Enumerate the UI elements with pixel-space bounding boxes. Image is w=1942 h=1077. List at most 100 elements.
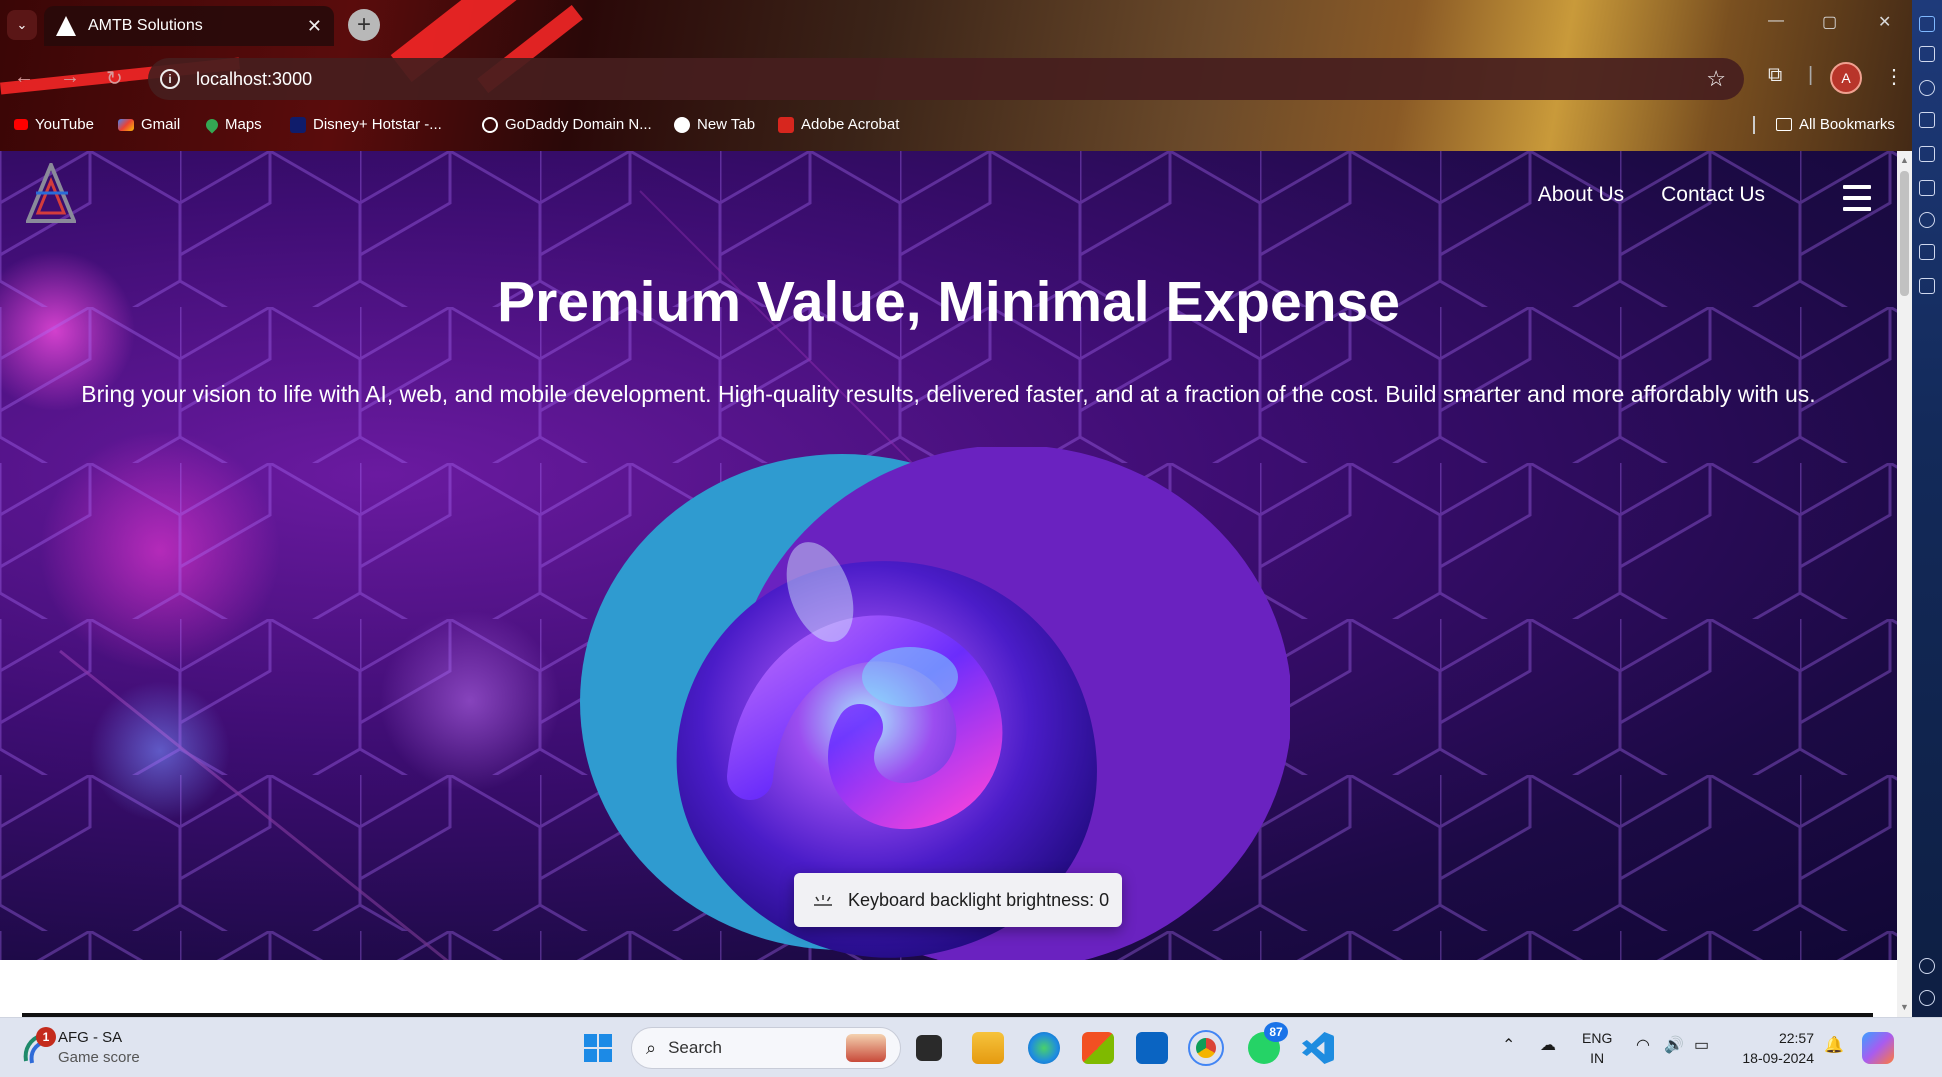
maps-pin-icon [203, 116, 221, 133]
more-menu-icon[interactable]: ⋮ [1884, 64, 1904, 89]
copy-side-icon[interactable] [1919, 46, 1935, 62]
clock[interactable]: 22:57 18-09-2024 [1734, 1028, 1814, 1068]
source-control-side-icon[interactable] [1919, 112, 1935, 128]
bookmark-gmail[interactable]: Gmail [118, 116, 180, 133]
hamburger-menu-icon[interactable] [1843, 185, 1871, 211]
onedrive-cloud-icon[interactable]: ☁ [1540, 1036, 1556, 1056]
package-side-icon[interactable] [1919, 244, 1935, 260]
windows-logo-icon [584, 1034, 612, 1062]
edge-browser-icon[interactable] [1028, 1032, 1060, 1064]
browser-toolbar: ← → ↻ i localhost:3000 ☆ ⧉ | ⋮ [0, 56, 1942, 100]
site-navigation: About Us Contact Us [1538, 183, 1765, 207]
folder-icon [1776, 118, 1792, 131]
window-close-icon[interactable]: ✕ [1878, 12, 1891, 32]
new-tab-button[interactable]: + [348, 9, 380, 41]
site-favicon-icon [56, 16, 76, 36]
keyboard-backlight-icon [814, 895, 832, 906]
bookmark-new-tab[interactable]: New Tab [674, 116, 755, 133]
youtube-icon [14, 119, 28, 130]
chevron-down-icon: ⌄ [16, 17, 28, 32]
bookmark-maps[interactable]: Maps [203, 116, 262, 133]
search-label: Search [668, 1038, 722, 1057]
plus-icon: + [356, 11, 371, 38]
browser-chrome: ⌄ AMTB Solutions ✕ + — ▢ ✕ ← → ↻ i local… [0, 0, 1942, 151]
search-highlight-icon [846, 1034, 886, 1062]
battery-icon[interactable]: ▭ [1694, 1036, 1709, 1056]
location-side-icon[interactable] [1919, 212, 1935, 228]
hero-title: Premium Value, Minimal Expense [497, 270, 1400, 334]
side-panel-strip [1912, 0, 1942, 1077]
bookmark-youtube[interactable]: YouTube [14, 116, 94, 133]
bookmark-godaddy[interactable]: GoDaddy Domain N... [482, 116, 652, 133]
bookmark-hotstar[interactable]: Disney+ Hotstar -... [290, 116, 442, 133]
bookmarks-bar: YouTube Gmail Maps Disney+ Hotstar -... … [0, 112, 1942, 140]
windows-taskbar: 1 AFG - SA Game score ⌕ Search 87 ⌃ ☁ EN… [0, 1017, 1942, 1077]
hero-section: About Us Contact Us Premium Value, Minim… [0, 151, 1897, 960]
copilot-icon[interactable] [1862, 1032, 1894, 1064]
account-side-icon[interactable] [1919, 958, 1935, 974]
all-bookmarks-label: All Bookmarks [1799, 116, 1895, 133]
vscode-side-icon[interactable] [1919, 16, 1935, 32]
news-widget[interactable]: 1 AFG - SA Game score [20, 1027, 140, 1068]
whatsapp-icon[interactable]: 87 [1248, 1022, 1288, 1064]
site-info-icon[interactable]: i [160, 69, 180, 89]
back-icon[interactable]: ← [14, 66, 34, 89]
godaddy-icon [482, 116, 498, 133]
chat-side-icon[interactable] [1919, 278, 1935, 294]
bookmark-label: Gmail [141, 116, 181, 133]
page-scrollbar[interactable]: ▲ ▼ [1897, 151, 1912, 1017]
hero-subtitle: Bring your vision to life with AI, web, … [81, 381, 1816, 407]
minimize-icon[interactable]: — [1768, 12, 1784, 30]
acrobat-icon [778, 116, 794, 133]
page-viewport: About Us Contact Us Premium Value, Minim… [0, 151, 1897, 1017]
extensions-icon[interactable]: ⧉ [1768, 64, 1782, 87]
wifi-icon[interactable]: ◠ [1636, 1036, 1650, 1056]
scroll-up-icon[interactable]: ▲ [1900, 155, 1909, 165]
search-icon: ⌕ [646, 1037, 657, 1058]
scrollbar-thumb[interactable] [1900, 171, 1909, 296]
toolbar-divider: | [1808, 64, 1814, 86]
volume-icon[interactable]: 🔊 [1664, 1036, 1684, 1056]
tray-overflow-icon[interactable]: ⌃ [1502, 1036, 1515, 1056]
bookmarks-divider [1753, 116, 1755, 134]
scroll-down-icon[interactable]: ▼ [1900, 1002, 1909, 1012]
notification-bell-icon[interactable]: 🔔 [1824, 1036, 1844, 1056]
address-bar[interactable]: i localhost:3000 ☆ [148, 58, 1744, 100]
widget-subtitle: Game score [58, 1049, 140, 1066]
microsoft-store-icon[interactable] [1082, 1032, 1114, 1064]
profile-avatar[interactable]: A [1830, 62, 1862, 94]
vscode-icon[interactable] [1302, 1032, 1334, 1064]
site-logo[interactable] [26, 163, 76, 223]
close-icon[interactable]: ✕ [307, 16, 322, 37]
maximize-icon[interactable]: ▢ [1822, 12, 1837, 32]
taskbar-search[interactable]: ⌕ Search [631, 1027, 901, 1069]
task-view-icon[interactable] [916, 1035, 942, 1061]
nav-about-us-link[interactable]: About Us [1538, 183, 1624, 207]
bookmark-label: GoDaddy Domain N... [505, 116, 652, 133]
forward-icon[interactable]: → [60, 66, 80, 89]
search-side-icon[interactable] [1919, 80, 1935, 96]
system-toast-notification: Keyboard backlight brightness: 0 [794, 873, 1122, 927]
bookmark-label: Disney+ Hotstar -... [313, 116, 442, 133]
bookmark-adobe-acrobat[interactable]: Adobe Acrobat [778, 116, 899, 133]
run-debug-side-icon[interactable] [1919, 146, 1935, 162]
toast-text: Keyboard backlight brightness: 0 [848, 889, 1110, 910]
language-indicator[interactable]: ENG IN [1582, 1028, 1612, 1068]
outlook-icon[interactable] [1136, 1032, 1168, 1064]
clock-date: 18-09-2024 [1742, 1050, 1814, 1066]
bookmark-star-icon[interactable]: ☆ [1706, 66, 1726, 92]
nav-contact-us-link[interactable]: Contact Us [1661, 183, 1765, 207]
bookmark-label: Maps [225, 116, 262, 133]
extensions-side-icon[interactable] [1919, 180, 1935, 196]
clock-time: 22:57 [1778, 1030, 1814, 1046]
chrome-icon[interactable] [1188, 1030, 1224, 1066]
reload-icon[interactable]: ↻ [106, 66, 123, 91]
file-explorer-icon[interactable] [972, 1032, 1004, 1064]
bookmark-label: Adobe Acrobat [801, 116, 900, 133]
tab-search-button[interactable]: ⌄ [7, 10, 37, 40]
settings-side-icon[interactable] [1919, 990, 1935, 1006]
start-button[interactable] [582, 1032, 614, 1064]
tab-active[interactable]: AMTB Solutions ✕ [44, 6, 334, 46]
all-bookmarks-button[interactable]: All Bookmarks [1776, 116, 1895, 133]
region-code: IN [1590, 1050, 1605, 1066]
